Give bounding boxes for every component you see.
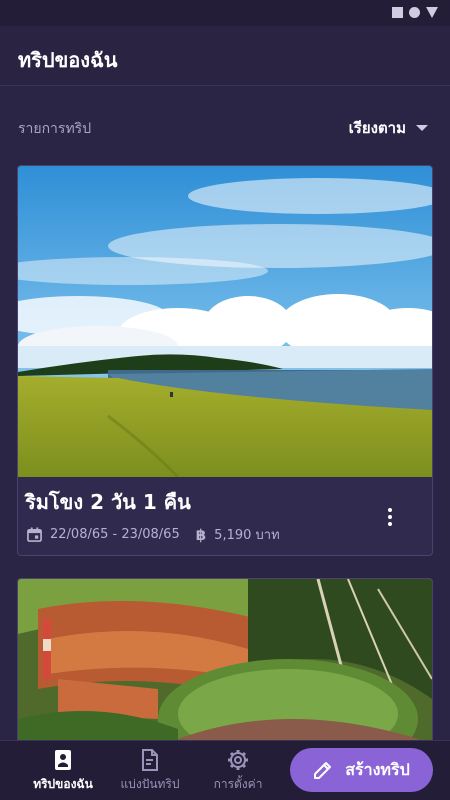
nav-label: ทริปของฉัน: [33, 777, 93, 791]
gear-icon: [228, 750, 248, 770]
chevron-down-icon: [416, 125, 428, 131]
calendar-icon: [27, 527, 42, 542]
app-bar: ทริปของฉัน: [0, 26, 450, 86]
trip-card[interactable]: ริมโขง 2 วัน 1 คืน 22/08/65 - 23/08/65 ฿…: [17, 165, 433, 556]
portrait-icon: [55, 750, 71, 770]
sort-label: เรียงตาม: [348, 119, 406, 137]
nav-settings[interactable]: การตั้งค่า: [190, 749, 286, 794]
more-options-button[interactable]: [378, 504, 402, 530]
more-vert-icon: [388, 508, 392, 512]
trip-list-label: รายการทริป: [18, 121, 92, 137]
document-share-icon: [142, 749, 158, 771]
nav-label: การตั้งค่า: [213, 777, 263, 791]
trip-cost: 5,190 บาท: [214, 528, 280, 543]
nav-label: แบ่งปันทริป: [120, 777, 180, 791]
trip-dates: 22/08/65 - 23/08/65: [50, 527, 180, 542]
trip-meta: 22/08/65 - 23/08/65 ฿ 5,190 บาท: [27, 524, 280, 545]
nav-share-trip[interactable]: แบ่งปันทริป: [102, 749, 198, 794]
trip-title: ริมโขง 2 วัน 1 คืน: [25, 490, 191, 514]
trip-photo: [18, 166, 432, 477]
page-title: ทริปของฉัน: [18, 48, 118, 72]
circle-icon: [409, 7, 420, 18]
baht-icon: ฿: [195, 525, 207, 544]
trip-list-header: รายการทริป เรียงตาม: [0, 108, 450, 148]
system-status-icons: [392, 7, 438, 18]
triangle-icon: [426, 7, 438, 18]
pencil-icon: [314, 762, 332, 779]
sort-dropdown[interactable]: เรียงตาม: [349, 116, 428, 140]
nav-my-trips[interactable]: ทริปของฉัน: [15, 749, 111, 794]
create-trip-button[interactable]: สร้างทริป: [290, 748, 433, 792]
create-trip-label: สร้างทริป: [345, 759, 410, 779]
square-icon: [392, 7, 403, 18]
status-bar: [0, 0, 450, 26]
